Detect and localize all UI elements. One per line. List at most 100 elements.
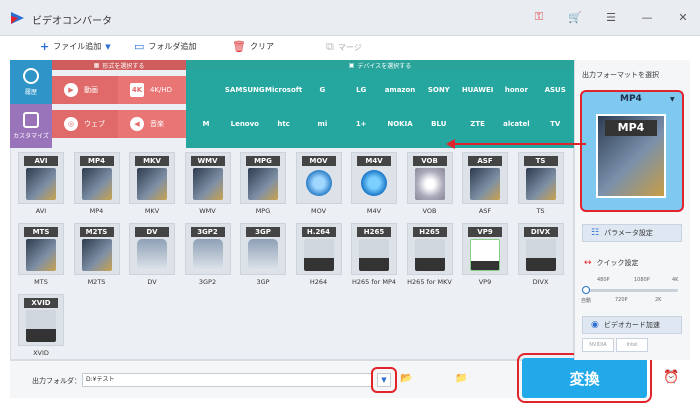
format-card[interactable]: AVI bbox=[18, 152, 64, 204]
device-2[interactable]: SAMSUNG bbox=[225, 76, 265, 104]
category-video[interactable]: ▶ 動画 bbox=[52, 76, 118, 104]
format-card[interactable]: M4V bbox=[351, 152, 397, 204]
format-card[interactable]: DV bbox=[129, 223, 175, 275]
format-card[interactable]: MKV bbox=[129, 152, 175, 204]
add-file-button[interactable]: + ファイル追加 ▼ bbox=[40, 40, 111, 53]
format-item[interactable]: M2TS M2TS bbox=[73, 223, 121, 286]
device-16[interactable]: NOKIA bbox=[380, 110, 420, 138]
format-item[interactable]: WMV WMV bbox=[184, 152, 232, 215]
device-8[interactable]: HUAWEI bbox=[458, 76, 498, 104]
format-card[interactable]: 3GP bbox=[240, 223, 286, 275]
device-6[interactable]: amazon bbox=[380, 76, 420, 104]
format-item[interactable]: AVI AVI bbox=[17, 152, 65, 215]
history-tab[interactable]: 履歴 bbox=[10, 60, 52, 104]
merge-button[interactable]: ⧉ マージ bbox=[326, 40, 362, 54]
device-14[interactable]: mi bbox=[302, 110, 342, 138]
format-card[interactable]: DIVX bbox=[517, 223, 564, 275]
format-item[interactable]: ASF ASF bbox=[461, 152, 509, 215]
format-card[interactable]: VP9 bbox=[462, 223, 508, 275]
category-4k[interactable]: 4K 4K/HD bbox=[118, 76, 186, 104]
output-folder-input[interactable]: D:¥テスト bbox=[82, 373, 372, 387]
cart-icon[interactable]: 🛒 bbox=[568, 10, 582, 24]
format-label: M2TS bbox=[87, 278, 106, 286]
device-7[interactable]: SONY bbox=[419, 76, 459, 104]
customize-tab[interactable]: カスタマイズ bbox=[10, 104, 52, 148]
format-dropdown-icon[interactable]: ▼ bbox=[670, 96, 675, 103]
format-label: XVID bbox=[33, 349, 49, 357]
format-card[interactable]: H.264 bbox=[295, 223, 342, 275]
format-item[interactable]: MOV MOV bbox=[295, 152, 343, 215]
format-item[interactable]: VOB VOB bbox=[406, 152, 454, 215]
nvidia-chip[interactable]: NVIDIA bbox=[582, 338, 614, 352]
format-item[interactable]: 3GP 3GP bbox=[239, 223, 287, 286]
device-12[interactable]: Lenovo bbox=[225, 110, 265, 138]
device-20[interactable]: TV bbox=[535, 110, 575, 138]
close-icon[interactable]: ✕ bbox=[676, 10, 690, 24]
format-badge: M2TS bbox=[79, 227, 114, 237]
format-item[interactable]: XVID XVID bbox=[17, 294, 65, 357]
key-icon[interactable]: ⚿ bbox=[532, 10, 546, 24]
intel-chip[interactable]: Intel bbox=[616, 338, 648, 352]
format-item[interactable]: TS TS bbox=[517, 152, 565, 215]
format-card[interactable]: M2TS bbox=[73, 223, 120, 275]
format-card[interactable]: MTS bbox=[18, 223, 64, 275]
device-18[interactable]: ZTE bbox=[458, 110, 498, 138]
format-item[interactable]: H265 H265 for MKV bbox=[406, 223, 454, 286]
alarm-clock-icon[interactable]: ⏰ bbox=[663, 370, 679, 386]
format-item[interactable]: H265 H265 for MP4 bbox=[350, 223, 398, 286]
format-thumbnail-icon bbox=[359, 239, 389, 271]
category-music[interactable]: ◀ 音楽 bbox=[118, 110, 186, 138]
parameter-settings-button[interactable]: ☷ パラメータ設定 bbox=[582, 224, 682, 242]
add-dropdown-icon[interactable]: ▼ bbox=[105, 43, 110, 51]
device-9[interactable]: honor bbox=[496, 76, 536, 104]
open-folder-icon[interactable]: 📂 bbox=[400, 373, 416, 386]
device-1[interactable] bbox=[186, 76, 226, 104]
format-card[interactable]: 3GP2 bbox=[184, 223, 231, 275]
format-header-icon: ▦ bbox=[93, 61, 100, 69]
format-badge: MPG bbox=[246, 156, 280, 166]
add-folder-button[interactable]: ▭ フォルダ追加 bbox=[134, 40, 196, 53]
gpu-acceleration-button[interactable]: ◉ ビデオカード加速 bbox=[582, 316, 682, 334]
device-3[interactable]: Microsoft bbox=[264, 76, 304, 104]
clear-button[interactable]: 🗑 クリア bbox=[232, 40, 274, 53]
device-4[interactable]: G bbox=[302, 76, 342, 104]
format-item[interactable]: DV DV bbox=[128, 223, 176, 286]
play-icon: ▶ bbox=[64, 83, 78, 97]
format-item[interactable]: M4V M4V bbox=[350, 152, 398, 215]
format-card[interactable]: MOV bbox=[295, 152, 342, 204]
format-item[interactable]: MKV MKV bbox=[128, 152, 176, 215]
format-item[interactable]: MPG MPG bbox=[239, 152, 287, 215]
format-item[interactable]: DIVX DIVX bbox=[517, 223, 565, 286]
format-item[interactable]: MP4 MP4 bbox=[73, 152, 121, 215]
quality-slider[interactable] bbox=[584, 289, 678, 292]
format-card[interactable]: XVID bbox=[18, 294, 64, 346]
format-card[interactable]: WMV bbox=[184, 152, 231, 204]
category-web[interactable]: ◎ ウェブ bbox=[52, 110, 118, 138]
format-badge: MOV bbox=[301, 156, 336, 166]
format-card[interactable]: ASF bbox=[462, 152, 508, 204]
format-card[interactable]: H265 bbox=[406, 223, 453, 275]
menu-icon[interactable]: ☰ bbox=[604, 10, 618, 24]
minimize-icon[interactable]: — bbox=[640, 10, 654, 24]
device-11[interactable]: M bbox=[186, 110, 226, 138]
device-5[interactable]: LG bbox=[341, 76, 381, 104]
format-card[interactable]: TS bbox=[517, 152, 564, 204]
format-thumbnail-icon bbox=[414, 239, 445, 271]
format-item[interactable]: VP9 VP9 bbox=[461, 223, 509, 286]
format-item[interactable]: MTS MTS bbox=[17, 223, 65, 286]
device-15[interactable]: 1+ bbox=[341, 110, 381, 138]
format-card[interactable]: VOB bbox=[406, 152, 453, 204]
device-19[interactable]: alcatel bbox=[496, 110, 536, 138]
format-item[interactable]: H.264 H264 bbox=[295, 223, 343, 286]
format-item[interactable]: 3GP2 3GP2 bbox=[184, 223, 232, 286]
format-card[interactable]: MPG bbox=[240, 152, 286, 204]
browse-folder-icon[interactable]: 📁 bbox=[455, 373, 471, 386]
quick-settings-text: クイック設定 bbox=[596, 259, 639, 267]
format-card[interactable]: H265 bbox=[351, 223, 397, 275]
device-17[interactable]: BLU bbox=[419, 110, 459, 138]
device-10[interactable]: ASUS bbox=[535, 76, 575, 104]
format-card[interactable]: MP4 bbox=[73, 152, 120, 204]
title-bar: ビデオコンバータ ⚿ 🛒 ☰ — ✕ bbox=[0, 0, 700, 36]
quality-slider-knob[interactable] bbox=[582, 286, 590, 294]
device-13[interactable]: htc bbox=[264, 110, 304, 138]
